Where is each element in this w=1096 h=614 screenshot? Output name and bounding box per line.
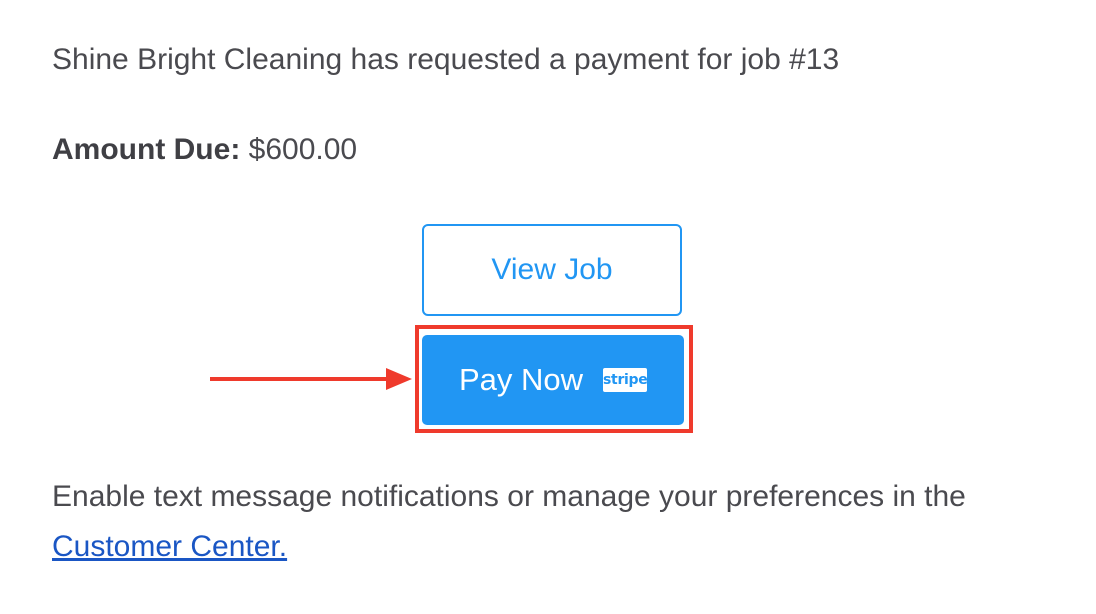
pay-now-button[interactable]: Pay Now stripe [422,335,684,425]
amount-due: Amount Due: $600.00 [52,130,357,170]
preferences-text: Enable text message notifications or man… [52,472,1062,572]
amount-due-label: Amount Due: [52,133,241,166]
customer-center-link[interactable]: Customer Center. [52,530,287,563]
view-job-button[interactable]: View Job [422,224,682,316]
pay-now-label: Pay Now [458,362,584,397]
amount-due-value: $600.00 [248,133,358,166]
payment-request-email: Shine Bright Cleaning has requested a pa… [0,0,1096,614]
stripe-logo-icon: stripe [603,368,648,392]
intro-text: Shine Bright Cleaning has requested a pa… [52,43,840,76]
preferences-sentence: Enable text message notifications or man… [52,480,966,513]
arrow-right-icon [210,368,412,390]
